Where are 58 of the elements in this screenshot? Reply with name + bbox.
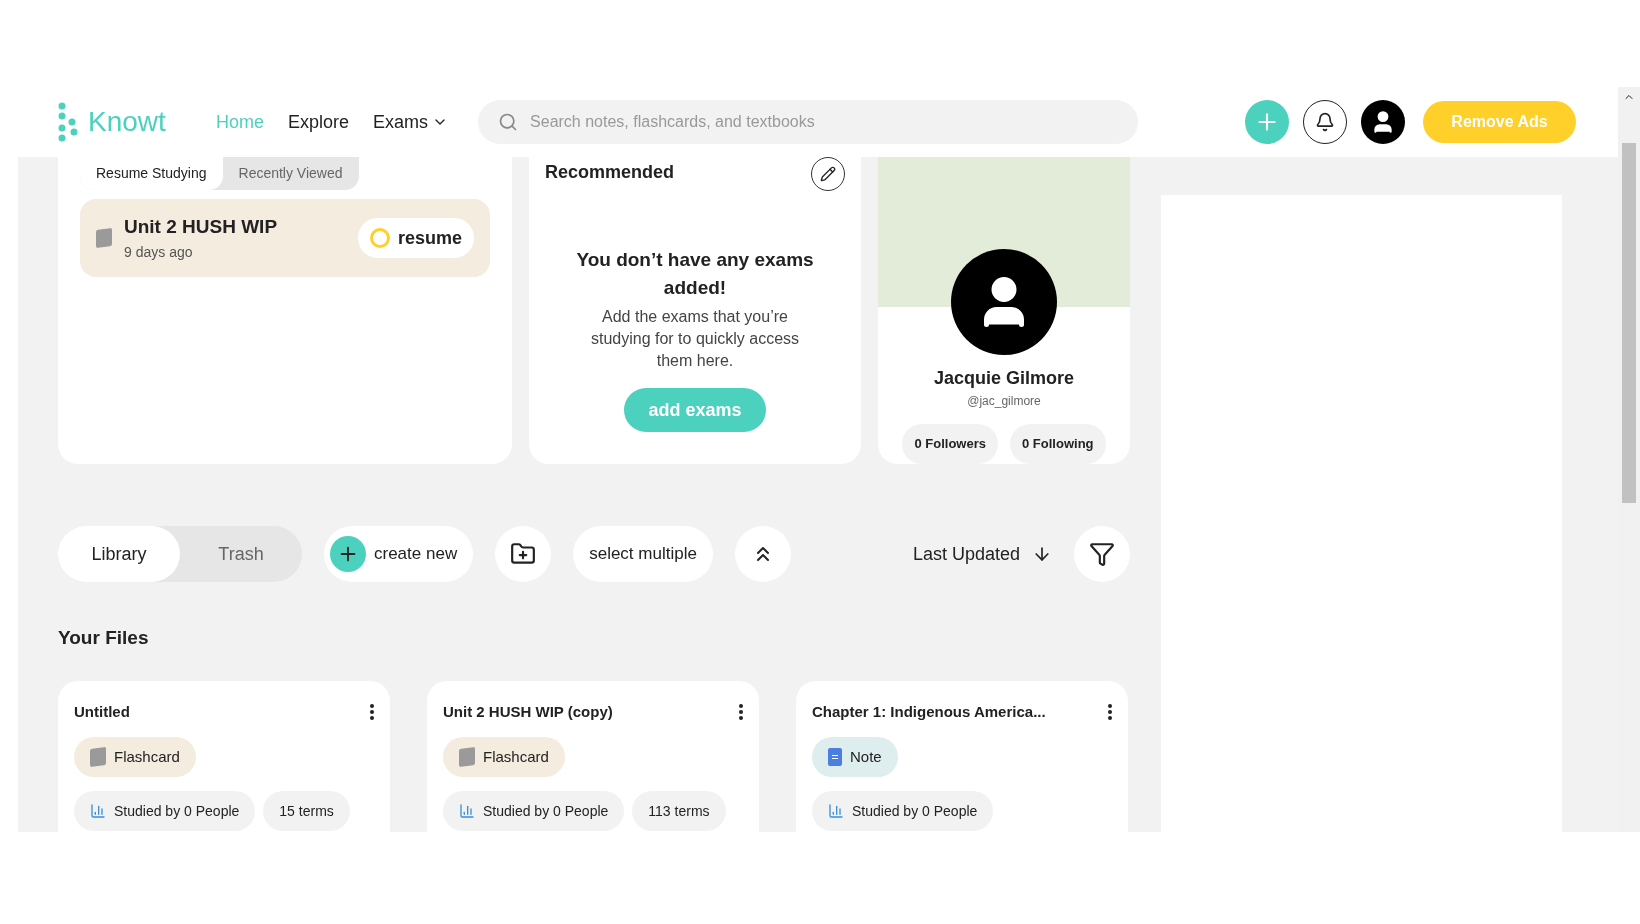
more-icon [739,703,743,720]
edit-button[interactable] [811,157,845,191]
library-tab[interactable]: Library [58,526,180,582]
nav-link[interactable]: Explore [288,108,350,136]
pencil-icon [820,166,836,182]
empty-heading: You don’t have any exams added! [575,248,815,300]
search-icon [498,112,519,132]
scrollbar-thumb[interactable] [1622,143,1636,503]
flashcard-icon [90,746,106,768]
terms-stat: 15 terms [263,791,350,831]
logo-icon [58,102,80,142]
file-title: Unit 2 HUSH WIP (copy) [443,701,613,722]
file-title: Untitled [74,701,130,722]
search-field[interactable]: Search notes, flashcards, and textbooks [478,100,1139,144]
following-button[interactable]: 0 Following [1010,424,1106,464]
more-icon [370,703,374,720]
item-time: 9 days ago [124,242,194,262]
more-button[interactable] [1108,703,1112,720]
profile-handle: @jac_gilmore [967,393,1041,410]
more-icon [1108,703,1112,720]
nav-link[interactable]: Exams [373,108,449,136]
bar-chart-icon [828,803,844,819]
library-tab[interactable]: Trash [180,526,302,582]
file-title: Chapter 1: Indigenous America... [812,701,1046,722]
empty-text: Add the exams that you’re studying for to quickly access them here. [589,307,801,371]
file-type-tag: Note [812,737,898,777]
item-title: Unit 2 HUSH WIP [124,215,279,240]
file-type-tag: Flashcard [443,737,565,777]
avatar-button[interactable] [1361,100,1405,144]
bar-chart-icon [459,803,475,819]
file-card[interactable]: Untitled Flashcard Studied by 0 People 15 terms [58,680,390,832]
studied-stat: Studied by 0 People [74,791,256,831]
more-button[interactable] [370,703,374,720]
bar-chart-icon [90,803,106,819]
folder-plus-icon [510,541,537,567]
more-button[interactable] [739,703,743,720]
file-card[interactable]: Unit 2 HUSH WIP (copy) Flashcard Studied by 0 People 113 terms [427,680,759,832]
followers-button[interactable]: 0 Followers [902,424,998,464]
filter-icon [1089,541,1115,567]
bell-icon [1315,112,1335,132]
study-tab[interactable]: Recently Viewed [222,157,359,190]
studied-stat: Studied by 0 People [443,791,625,831]
file-type-tag: Flashcard [74,737,196,777]
resume-button[interactable]: resume [357,218,474,258]
study-tab[interactable]: Resume Studying [80,157,223,190]
file-card[interactable]: Chapter 1: Indigenous America... Note Studied by 0 People [796,680,1128,832]
section-title: Your Files [58,626,150,650]
create-new-button[interactable]: create new [324,526,474,582]
card-title: Recommended [545,161,675,184]
studied-stat: Studied by 0 People [812,791,994,831]
note-icon [828,748,842,766]
flashcard-icon [96,227,112,249]
terms-stat: 113 terms [632,791,726,831]
flashcard-icon [459,746,475,768]
sort-button[interactable]: Last Updated [912,540,1052,568]
profile-name: Jacquie Gilmore [933,367,1075,390]
resume-item[interactable]: Unit 2 HUSH WIP 9 days ago resume [80,199,490,277]
select-multiple-button[interactable]: select multiple [573,526,713,582]
